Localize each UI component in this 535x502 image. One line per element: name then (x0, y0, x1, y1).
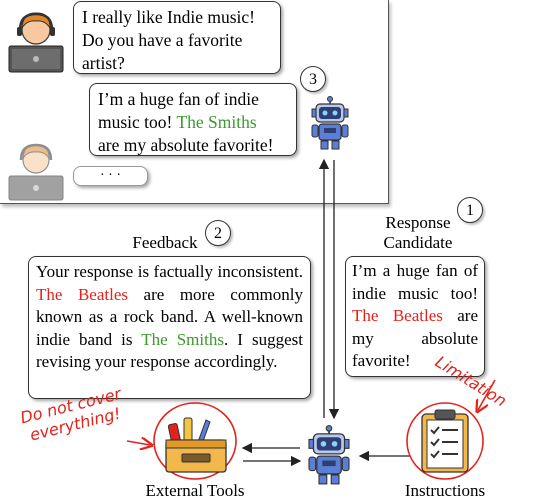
correct-artist: The Smiths (141, 329, 224, 349)
feedback-title: Feedback (132, 233, 198, 252)
instructions-label: Instructions (404, 481, 486, 500)
toolbox-icon (165, 417, 227, 473)
candidate-bubble: I’m a huge fan of indie music too! The B… (345, 256, 485, 377)
incorrect-artist: The Beatles (36, 284, 128, 304)
step-2-badge: 2 (205, 220, 231, 246)
step-1-badge: 1 (457, 197, 483, 223)
candidate-title-line: Candidate (383, 233, 453, 252)
feedback-bubble: Your response is factually inconsistent.… (28, 256, 311, 399)
incorrect-artist: The Beatles (352, 306, 443, 325)
candidate-title: Response Candidate (368, 213, 468, 253)
candidate-text: I’m a huge fan of indie music too! (352, 261, 478, 303)
robot-icon (308, 425, 350, 485)
clipboard-checklist-icon (421, 409, 469, 473)
feedback-text: Your response is factually inconsistent. (36, 262, 303, 281)
external-tools-label: External Tools (145, 481, 245, 500)
candidate-title-line: Response (385, 213, 451, 232)
